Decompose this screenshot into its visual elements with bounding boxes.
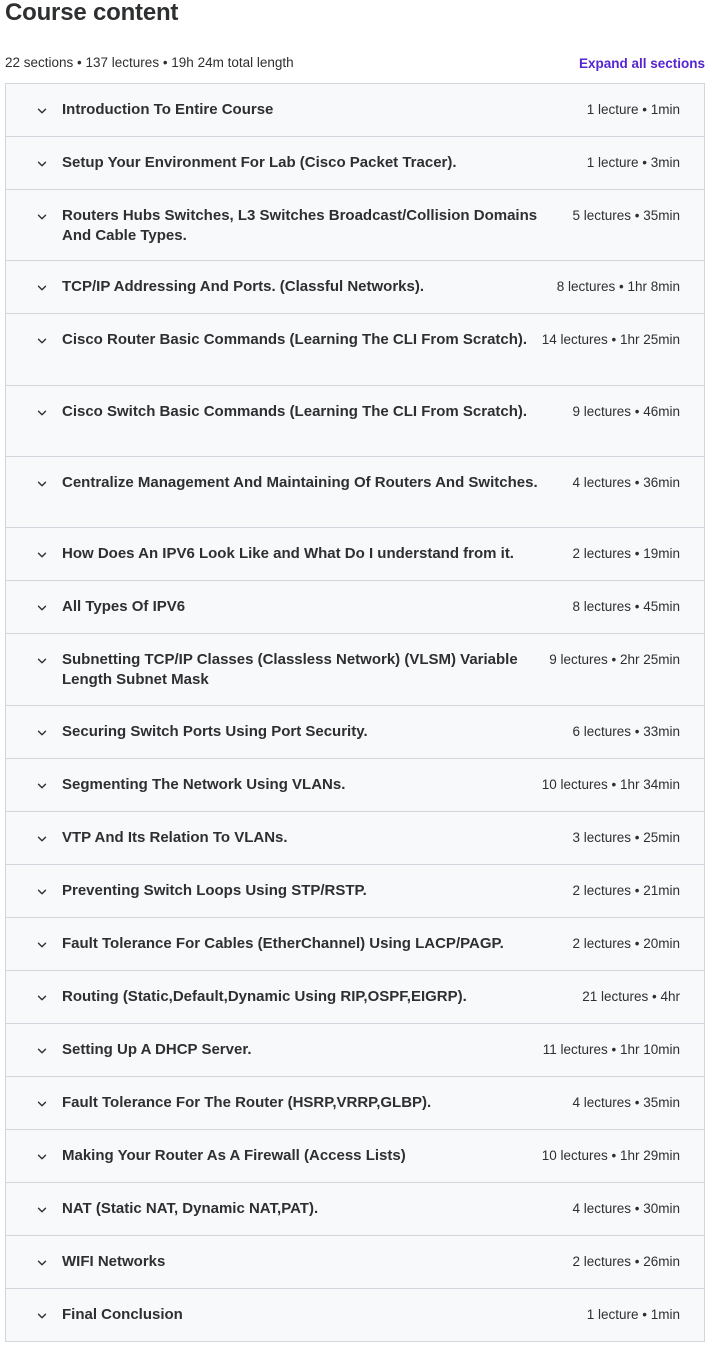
section-panel[interactable]: Routers Hubs Switches, L3 Switches Broad… xyxy=(6,190,704,261)
section-panel[interactable]: Setting Up A DHCP Server. 11 lectures • … xyxy=(6,1024,704,1077)
section-title: Setup Your Environment For Lab (Cisco Pa… xyxy=(62,154,457,171)
section-title: Making Your Router As A Firewall (Access… xyxy=(62,1147,406,1164)
section-title: VTP And Its Relation To VLANs. xyxy=(62,829,288,846)
section-title: NAT (Static NAT, Dynamic NAT,PAT). xyxy=(62,1200,319,1217)
section-panel[interactable]: Fault Tolerance For Cables (EtherChannel… xyxy=(6,918,704,971)
expand-all-sections-button[interactable]: Expand all sections xyxy=(579,55,705,73)
section-meta: 4 lectures • 30min xyxy=(572,1201,680,1216)
chevron-down-icon xyxy=(36,1151,48,1163)
chevron-down-icon xyxy=(36,1045,48,1057)
section-panel[interactable]: Cisco Router Basic Commands (Learning Th… xyxy=(6,314,704,386)
section-panel[interactable]: All Types Of IPV6 8 lectures • 45min xyxy=(6,581,704,634)
section-meta: 8 lectures • 1hr 8min xyxy=(556,279,680,294)
section-title: All Types Of IPV6 xyxy=(62,598,186,615)
section-title: Fault Tolerance For The Router (HSRP,VRR… xyxy=(62,1094,432,1111)
section-title: Segmenting The Network Using VLANs. xyxy=(62,776,346,793)
section-title: Subnetting TCP/IP Classes (Classless Net… xyxy=(62,651,518,688)
chevron-down-icon xyxy=(36,478,48,490)
section-title: Routing (Static,Default,Dynamic Using RI… xyxy=(62,988,467,1005)
section-meta: 2 lectures • 26min xyxy=(572,1254,680,1269)
chevron-down-icon xyxy=(36,158,48,170)
section-panel[interactable]: VTP And Its Relation To VLANs. 3 lecture… xyxy=(6,812,704,865)
section-meta: 10 lectures • 1hr 34min xyxy=(541,777,680,792)
section-meta: 1 lecture • 1min xyxy=(586,102,680,117)
chevron-down-icon xyxy=(36,939,48,951)
section-title: Final Conclusion xyxy=(62,1306,183,1323)
section-meta: 10 lectures • 1hr 29min xyxy=(541,1148,680,1163)
chevron-down-icon xyxy=(36,1098,48,1110)
chevron-down-icon xyxy=(36,211,48,223)
section-title: Centralize Management And Maintaining Of… xyxy=(62,474,538,491)
chevron-down-icon xyxy=(36,655,48,667)
section-panel[interactable]: WIFI Networks 2 lectures • 26min xyxy=(6,1236,704,1289)
section-panel[interactable]: Introduction To Entire Course 1 lecture … xyxy=(6,84,704,137)
section-title: How Does An IPV6 Look Like and What Do I… xyxy=(62,545,514,562)
chevron-down-icon xyxy=(36,833,48,845)
section-panel[interactable]: Securing Switch Ports Using Port Securit… xyxy=(6,706,704,759)
section-meta: 1 lecture • 1min xyxy=(586,1307,680,1322)
section-panel[interactable]: Subnetting TCP/IP Classes (Classless Net… xyxy=(6,634,704,706)
course-summary-row: 22 sections • 137 lectures • 19h 24m tot… xyxy=(5,54,705,72)
course-content-page: Course content 22 sections • 137 lecture… xyxy=(0,0,712,1350)
chevron-down-icon xyxy=(36,1257,48,1269)
section-title: Preventing Switch Loops Using STP/RSTP. xyxy=(62,882,367,899)
section-panel[interactable]: Segmenting The Network Using VLANs. 10 l… xyxy=(6,759,704,812)
section-meta: 2 lectures • 21min xyxy=(572,883,680,898)
section-meta: 9 lectures • 46min xyxy=(572,404,680,419)
section-meta: 4 lectures • 35min xyxy=(572,1095,680,1110)
section-panel[interactable]: How Does An IPV6 Look Like and What Do I… xyxy=(6,528,704,581)
section-meta: 8 lectures • 45min xyxy=(572,599,680,614)
chevron-down-icon xyxy=(36,282,48,294)
section-title: TCP/IP Addressing And Ports. (Classful N… xyxy=(62,278,425,295)
section-title: Routers Hubs Switches, L3 Switches Broad… xyxy=(62,207,538,244)
page-title: Course content xyxy=(5,0,179,26)
section-meta: 6 lectures • 33min xyxy=(572,724,680,739)
section-meta: 2 lectures • 20min xyxy=(572,936,680,951)
chevron-down-icon xyxy=(36,549,48,561)
section-title: Fault Tolerance For Cables (EtherChannel… xyxy=(62,935,504,952)
section-title: Securing Switch Ports Using Port Securit… xyxy=(62,723,368,740)
section-panel[interactable]: Centralize Management And Maintaining Of… xyxy=(6,457,704,528)
section-meta: 2 lectures • 19min xyxy=(572,546,680,561)
chevron-down-icon xyxy=(36,105,48,117)
section-meta: 14 lectures • 1hr 25min xyxy=(541,332,680,347)
chevron-down-icon xyxy=(36,780,48,792)
chevron-down-icon xyxy=(36,602,48,614)
section-meta: 9 lectures • 2hr 25min xyxy=(549,652,680,667)
section-panel[interactable]: Fault Tolerance For The Router (HSRP,VRR… xyxy=(6,1077,704,1130)
section-meta: 3 lectures • 25min xyxy=(572,830,680,845)
section-panel[interactable]: NAT (Static NAT, Dynamic NAT,PAT). 4 lec… xyxy=(6,1183,704,1236)
section-title: Introduction To Entire Course xyxy=(62,101,274,118)
section-panel[interactable]: Making Your Router As A Firewall (Access… xyxy=(6,1130,704,1183)
section-panel[interactable]: Setup Your Environment For Lab (Cisco Pa… xyxy=(6,137,704,190)
course-summary: 22 sections • 137 lectures • 19h 24m tot… xyxy=(5,55,294,70)
chevron-down-icon xyxy=(36,992,48,1004)
section-title: Setting Up A DHCP Server. xyxy=(62,1041,252,1058)
section-meta: 11 lectures • 1hr 10min xyxy=(542,1042,680,1057)
section-panel[interactable]: TCP/IP Addressing And Ports. (Classful N… xyxy=(6,261,704,314)
section-meta: 4 lectures • 36min xyxy=(572,475,680,490)
section-title: Cisco Router Basic Commands (Learning Th… xyxy=(62,331,528,348)
section-title: Cisco Switch Basic Commands (Learning Th… xyxy=(62,403,528,420)
sections-accordion: Introduction To Entire Course 1 lecture … xyxy=(5,83,705,1342)
chevron-down-icon xyxy=(36,335,48,347)
section-panel[interactable]: Final Conclusion 1 lecture • 1min xyxy=(6,1289,704,1342)
section-panel[interactable]: Cisco Switch Basic Commands (Learning Th… xyxy=(6,386,704,457)
chevron-down-icon xyxy=(36,1310,48,1322)
section-meta: 21 lectures • 4hr xyxy=(582,989,680,1004)
chevron-down-icon xyxy=(36,727,48,739)
chevron-down-icon xyxy=(36,407,48,419)
section-meta: 1 lecture • 3min xyxy=(586,155,680,170)
section-meta: 5 lectures • 35min xyxy=(572,208,680,223)
section-title: WIFI Networks xyxy=(62,1253,166,1270)
section-panel[interactable]: Preventing Switch Loops Using STP/RSTP. … xyxy=(6,865,704,918)
section-panel[interactable]: Routing (Static,Default,Dynamic Using RI… xyxy=(6,971,704,1024)
chevron-down-icon xyxy=(36,886,48,898)
chevron-down-icon xyxy=(36,1204,48,1216)
